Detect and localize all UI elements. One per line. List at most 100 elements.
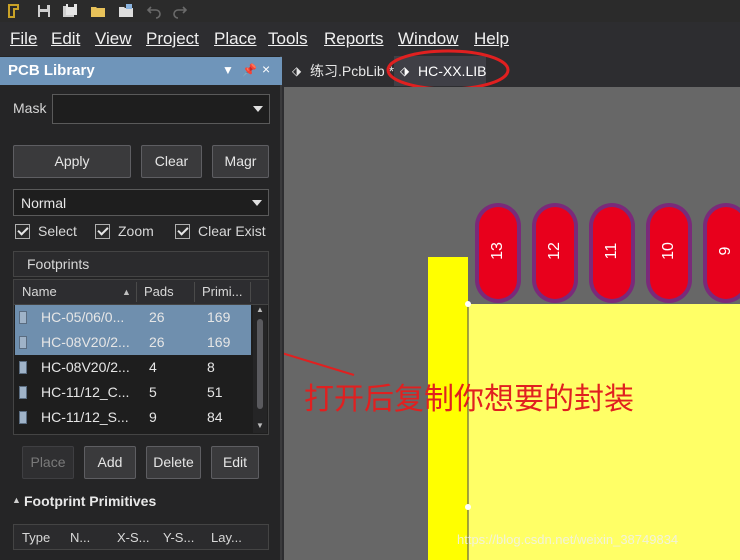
- footprints-table: Name ▲ Pads Primi... HC-05/06/0... 26 16…: [13, 279, 269, 435]
- column-layer[interactable]: Lay...: [211, 526, 242, 550]
- row-name: HC-11/12_C...: [41, 384, 130, 400]
- mode-value: Normal: [21, 195, 67, 211]
- menu-tools[interactable]: Tools: [268, 26, 308, 52]
- select-checkbox[interactable]: [15, 224, 30, 239]
- component-body: [468, 304, 740, 560]
- panel-menu-icon[interactable]: ▼: [222, 63, 234, 77]
- pin-icon[interactable]: 📌: [242, 63, 257, 77]
- row-pads: 26: [149, 309, 165, 325]
- menu-project[interactable]: Project: [146, 26, 199, 52]
- column-divider: [250, 282, 251, 302]
- save-all-icon[interactable]: [62, 3, 78, 19]
- apply-button[interactable]: Apply: [13, 145, 131, 178]
- menu-view-label: View: [95, 29, 132, 48]
- row-prims: 169: [207, 334, 231, 350]
- annotation-text: 打开后复制你想要的封装: [304, 383, 634, 416]
- menu-reports[interactable]: Reports: [324, 26, 384, 52]
- table-row[interactable]: HC-08V20/2... 4 8: [15, 355, 251, 380]
- column-name[interactable]: Name: [22, 280, 57, 304]
- row-name: HC-08V20/2...: [41, 334, 130, 350]
- primitives-header-label[interactable]: Footprint Primitives: [24, 493, 156, 509]
- menu-edit[interactable]: Edit: [51, 26, 80, 52]
- save-icon[interactable]: [36, 3, 52, 19]
- scroll-up-icon[interactable]: ▲: [256, 305, 264, 314]
- row-name: HC-05/06/0...: [41, 309, 125, 325]
- table-row[interactable]: HC-11/12_S... 9 84: [15, 405, 251, 430]
- collapse-triangle-icon[interactable]: ▲: [12, 495, 21, 505]
- row-pads: 26: [149, 334, 165, 350]
- zoom-checkbox[interactable]: [95, 224, 110, 239]
- clear-button[interactable]: Clear: [141, 145, 202, 178]
- menu-place[interactable]: Place: [214, 26, 257, 52]
- row-pads: 4: [149, 359, 157, 375]
- highlight-circle: [386, 49, 510, 91]
- menu-file-label: File: [10, 29, 38, 48]
- row-pads: 9: [149, 409, 157, 425]
- table-scrollbar[interactable]: ▲ ▼: [253, 305, 267, 433]
- pad-number: 12: [546, 242, 563, 260]
- footprints-section-header: Footprints: [13, 251, 269, 277]
- menu-help[interactable]: Help: [474, 26, 509, 52]
- footprint-icon: [19, 361, 27, 374]
- add-button[interactable]: Add: [84, 446, 136, 479]
- open-project-icon[interactable]: [118, 3, 134, 19]
- open-folder-icon[interactable]: [90, 3, 106, 19]
- menu-window-label: Window: [398, 29, 459, 48]
- delete-button[interactable]: Delete: [146, 446, 201, 479]
- column-n[interactable]: N...: [70, 526, 90, 550]
- row-prims: 51: [207, 384, 223, 400]
- menu-bar: File Edit View Project Place Tools Repor…: [0, 26, 740, 52]
- scroll-down-icon[interactable]: ▼: [256, 421, 264, 430]
- mask-combo[interactable]: [52, 94, 270, 124]
- redo-icon[interactable]: [172, 3, 188, 19]
- column-x-size[interactable]: X-S...: [117, 526, 150, 550]
- pad-number: 10: [660, 242, 677, 260]
- chevron-down-icon: [253, 106, 263, 112]
- edit-button[interactable]: Edit: [211, 446, 259, 479]
- document-tabs: ⬗ 练习.PcbLib * ⬗ HC-XX.LIB: [284, 49, 740, 91]
- pcb-library-icon: ⬗: [292, 64, 302, 78]
- footprint-drawing: 13 12 11 10 9: [428, 203, 740, 560]
- undo-icon[interactable]: [146, 3, 162, 19]
- watermark-text: https://blog.csdn.net/weixin_38749834: [457, 532, 679, 547]
- column-divider: [136, 282, 137, 302]
- column-y-size[interactable]: Y-S...: [163, 526, 194, 550]
- origin-handle[interactable]: [465, 301, 471, 307]
- corner-handle[interactable]: [465, 504, 471, 510]
- select-checkbox-label: Select: [38, 223, 77, 239]
- pcb-canvas[interactable]: 13 12 11 10 9: [284, 87, 740, 560]
- menu-project-label: Project: [146, 29, 199, 48]
- row-pads: 5: [149, 384, 157, 400]
- footprint-icon: [19, 311, 27, 324]
- sort-ascending-icon: ▲: [122, 287, 131, 297]
- app-logo-icon: [8, 4, 19, 18]
- row-name: HC-08V20/2...: [41, 359, 130, 375]
- column-primitives[interactable]: Primi...: [202, 280, 242, 304]
- place-button[interactable]: Place: [22, 446, 74, 479]
- mask-label: Mask: [13, 100, 47, 116]
- menu-tools-label: Tools: [268, 29, 308, 48]
- menu-file[interactable]: File: [10, 26, 37, 52]
- magnify-button[interactable]: Magr: [212, 145, 269, 178]
- column-divider: [194, 282, 195, 302]
- primitives-table-header: Type N... X-S... Y-S... Lay...: [13, 524, 269, 550]
- tab-practice-pcblib[interactable]: ⬗ 练习.PcbLib *: [288, 56, 394, 86]
- table-row[interactable]: HC-05/06/0... 26 169: [15, 305, 251, 330]
- row-prims: 169: [207, 309, 231, 325]
- close-icon[interactable]: ×: [262, 61, 270, 77]
- column-pads[interactable]: Pads: [144, 280, 174, 304]
- table-row[interactable]: HC-08V20/2... 26 169: [15, 330, 251, 355]
- zoom-checkbox-label: Zoom: [118, 223, 154, 239]
- panel-title: PCB Library: [8, 62, 95, 79]
- menu-view[interactable]: View: [95, 26, 132, 52]
- column-type[interactable]: Type: [22, 526, 50, 550]
- row-prims: 8: [207, 359, 215, 375]
- table-row[interactable]: HC-11/12_C... 5 51: [15, 380, 251, 405]
- menu-window[interactable]: Window: [398, 26, 458, 52]
- footprint-icon: [19, 386, 27, 399]
- scroll-thumb[interactable]: [257, 319, 263, 409]
- chevron-down-icon: [252, 199, 262, 206]
- mode-select[interactable]: Normal: [13, 189, 269, 216]
- clear-existing-checkbox[interactable]: [175, 224, 190, 239]
- panel-title-bar: PCB Library ▼ 📌 ×: [0, 57, 282, 85]
